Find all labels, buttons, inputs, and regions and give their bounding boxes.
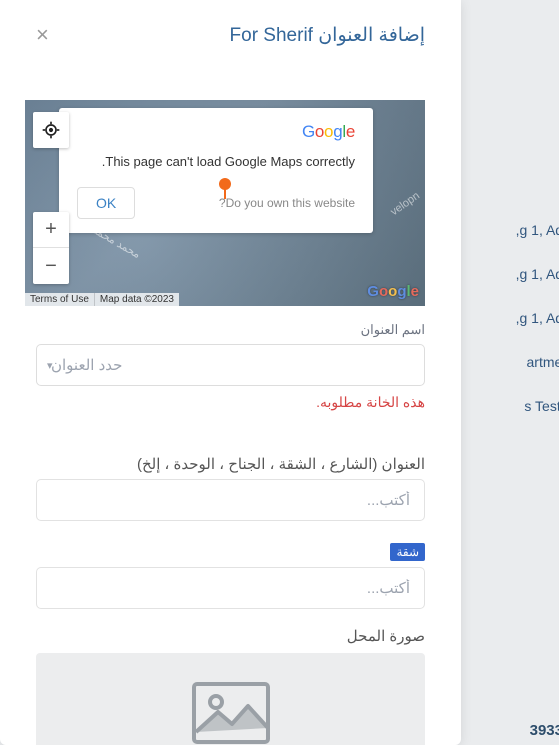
- bg-row: artment 2255: [527, 354, 559, 370]
- map-data-text: Map data ©2023: [95, 293, 179, 306]
- address-name-label: اسم العنوان: [36, 322, 425, 338]
- map-error-text: .This page can't load Google Maps correc…: [77, 154, 355, 169]
- image-placeholder-icon: [192, 682, 270, 744]
- crosshair-icon: [41, 120, 61, 140]
- map-error-dialog: Google .This page can't load Google Maps…: [59, 108, 373, 233]
- zoom-control: + −: [33, 212, 69, 284]
- street-address-label: العنوان (الشارع ، الشقة ، الجناح ، الوحد…: [36, 455, 425, 473]
- apartment-badge: شقة: [390, 543, 425, 561]
- google-watermark: Google: [367, 283, 419, 300]
- bg-row: g 1, Address 1,: [516, 222, 559, 238]
- address-name-select[interactable]: حدد العنوان ▾: [36, 344, 425, 386]
- terms-link[interactable]: Terms of Use: [25, 293, 95, 306]
- bg-number: 3933: [530, 722, 559, 739]
- google-brand: Google: [77, 122, 355, 142]
- select-placeholder: حدد العنوان: [51, 356, 122, 374]
- map-own-site-text[interactable]: ?Do you own this website: [219, 196, 355, 210]
- zoom-in-button[interactable]: +: [33, 212, 69, 248]
- map-container[interactable]: velopn محمد محمد على Google .This page c…: [25, 100, 425, 306]
- add-address-modal: إضافة العنوان For Sherif × velopn محمد م…: [0, 0, 461, 745]
- zoom-out-button[interactable]: −: [33, 248, 69, 284]
- chevron-down-icon: ▾: [47, 359, 53, 372]
- modal-title: إضافة العنوان For Sherif: [230, 24, 425, 47]
- map-ok-button[interactable]: OK: [77, 187, 135, 219]
- modal-header: إضافة العنوان For Sherif ×: [36, 0, 425, 60]
- locate-me-button[interactable]: [33, 112, 69, 148]
- map-attribution: Terms of Use Map data ©2023: [25, 293, 179, 306]
- bg-row: g 1, Address 1,: [516, 266, 559, 282]
- street-address-input[interactable]: [36, 479, 425, 521]
- close-button[interactable]: ×: [36, 22, 49, 48]
- map-pin-icon: [217, 178, 233, 205]
- bg-row: g 1, Address 1,: [516, 310, 559, 326]
- apartment-input[interactable]: [36, 567, 425, 609]
- image-upload-box[interactable]: [36, 653, 425, 745]
- upload-container: [36, 653, 425, 745]
- bg-row: s Test, Apartn: [524, 398, 559, 414]
- shop-image-label: صورة المحل: [36, 627, 425, 645]
- apartment-label: شقة: [36, 543, 425, 561]
- required-error: هذه الخانة مطلوبه.: [36, 394, 425, 411]
